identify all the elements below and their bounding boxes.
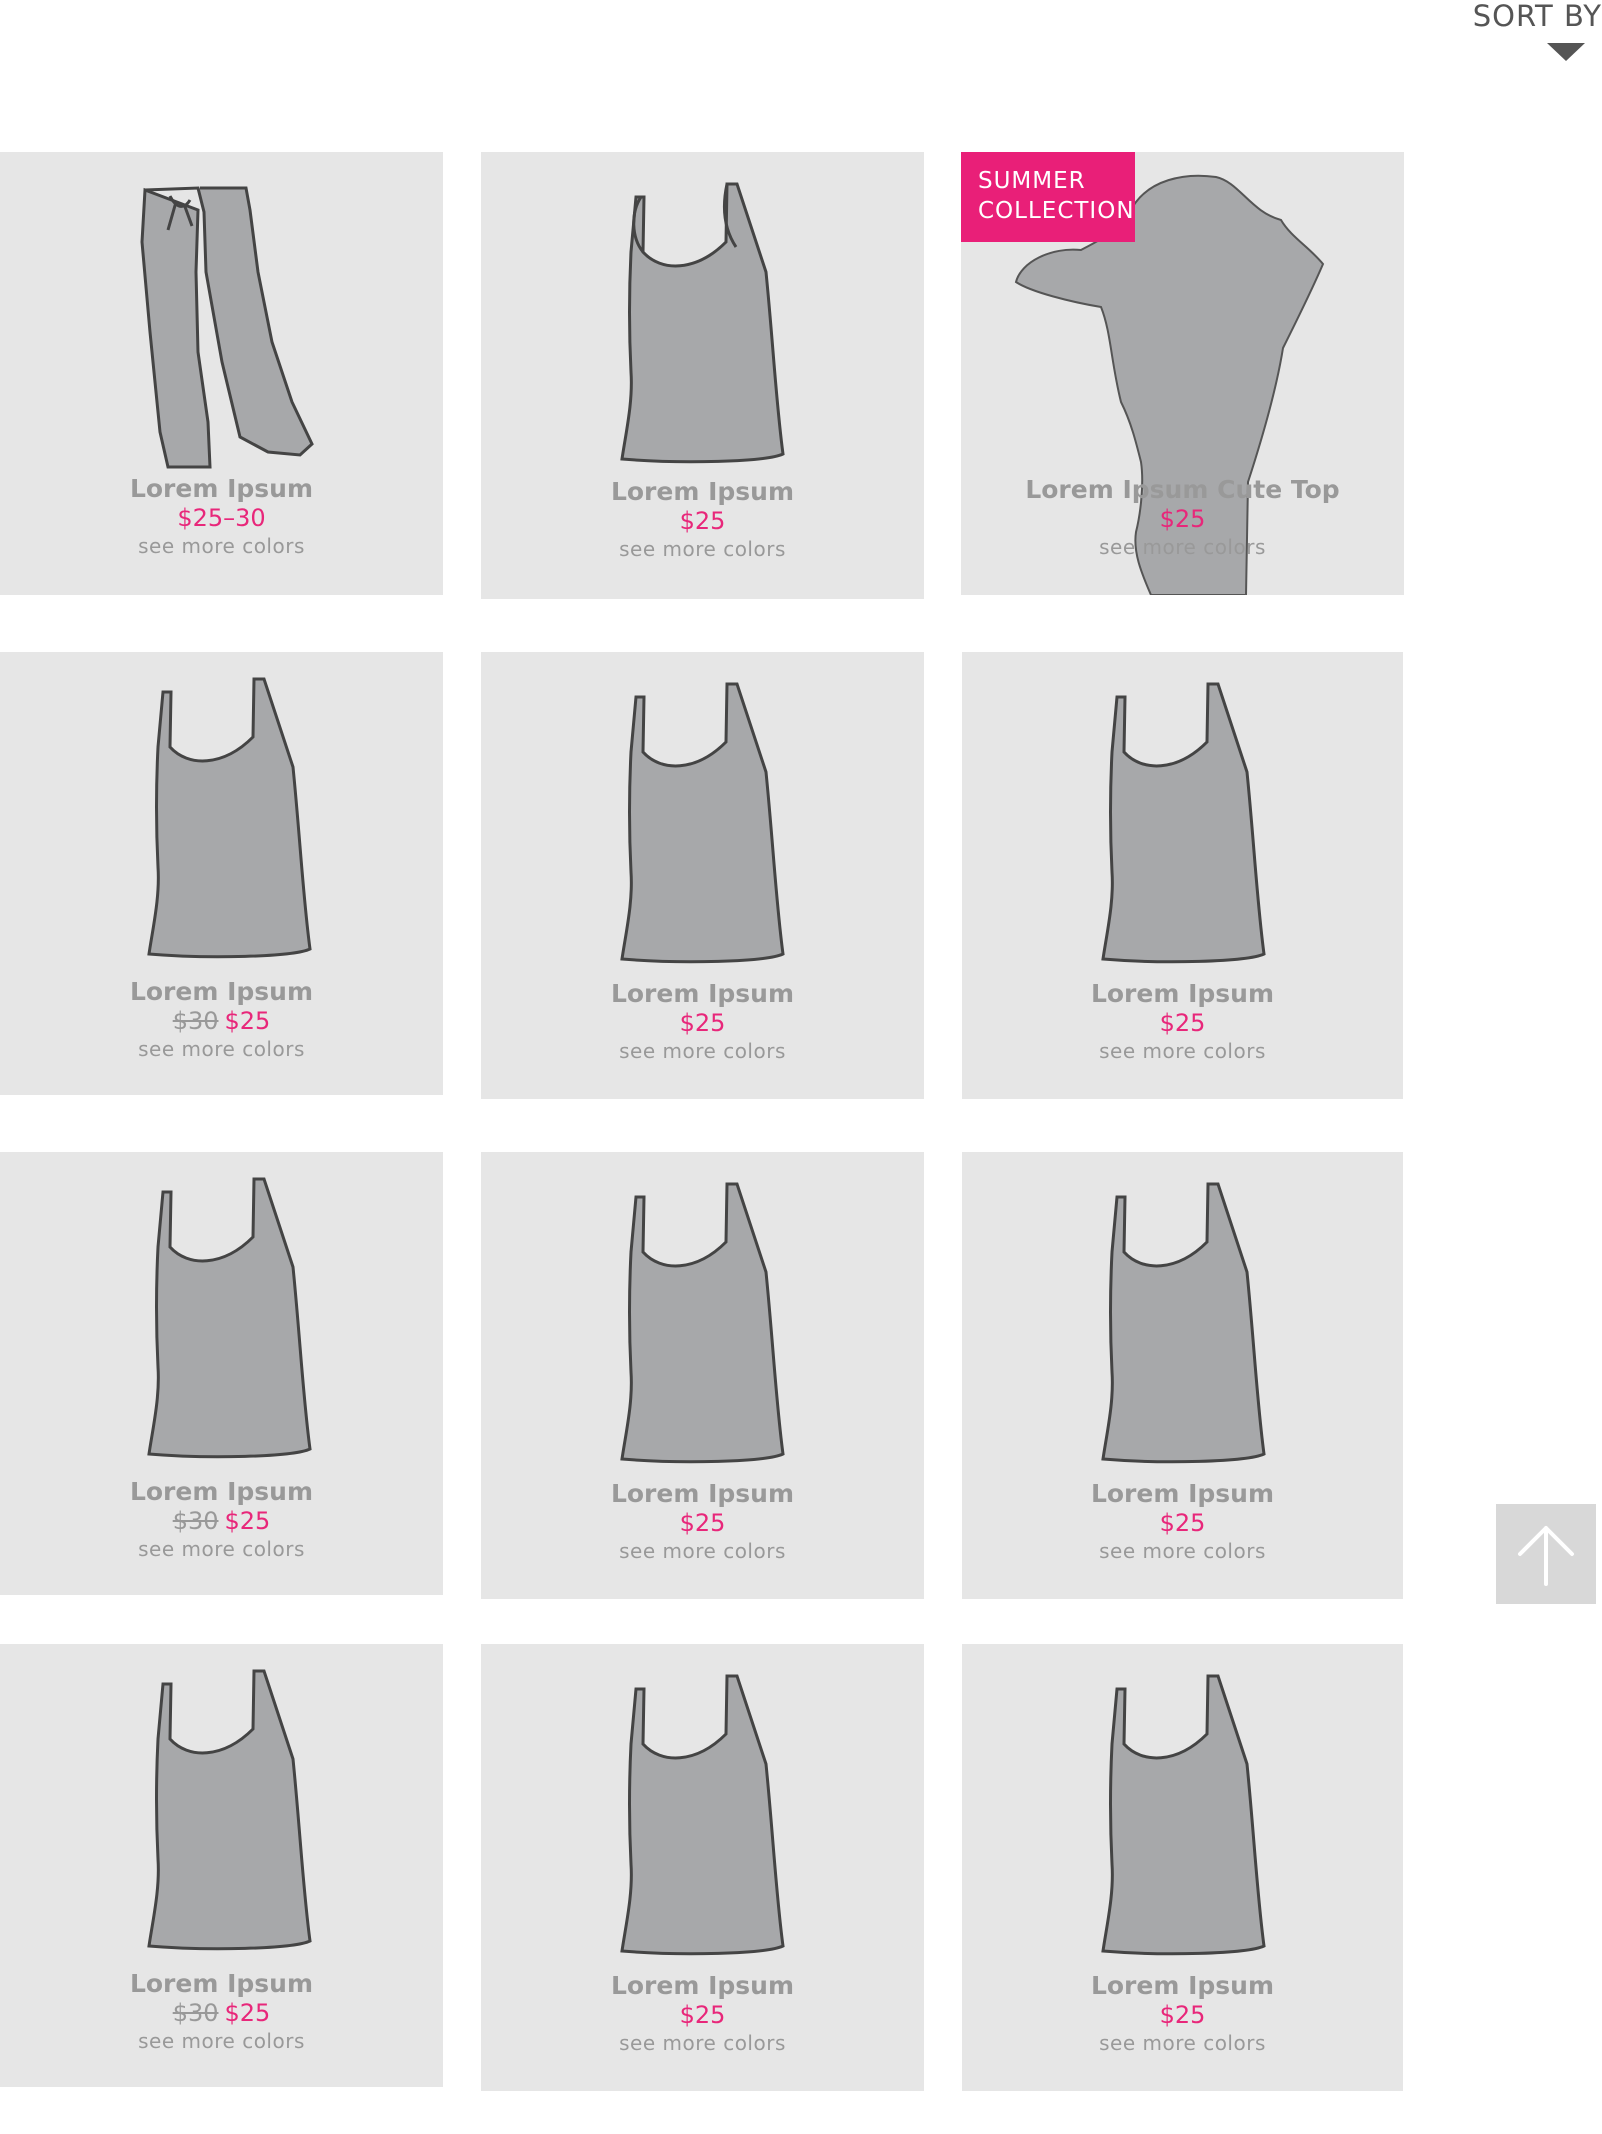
original-price: $30	[172, 1999, 219, 2027]
see-more-colors-link[interactable]: see more colors	[481, 1038, 924, 1064]
current-price: $25	[679, 1009, 726, 1037]
badge-line-1: SUMMER	[978, 168, 1086, 194]
product-name[interactable]: Lorem Ipsum	[962, 1479, 1403, 1509]
product-name[interactable]: Lorem Ipsum	[0, 1477, 443, 1507]
sort-by-control[interactable]: SORT BY	[1424, 0, 1602, 72]
product-price: $30 $25	[0, 1007, 443, 1036]
arrow-up-icon	[1518, 1526, 1574, 1586]
product-card-11[interactable]: Lorem Ipsum $25 see more colors	[481, 1644, 924, 2091]
product-name[interactable]: Lorem Ipsum	[0, 1969, 443, 1999]
product-price: $25	[962, 1509, 1403, 1538]
product-price: $25	[962, 2001, 1403, 2030]
product-card-5[interactable]: Lorem Ipsum $25 see more colors	[481, 652, 924, 1099]
product-card-1[interactable]: Lorem Ipsum $25–30 see more colors	[0, 152, 443, 595]
product-card-10[interactable]: Lorem Ipsum $30 $25 see more colors	[0, 1644, 443, 2087]
original-price: $30	[172, 1007, 219, 1035]
product-card-4[interactable]: Lorem Ipsum $30 $25 see more colors	[0, 652, 443, 1095]
see-more-colors-link[interactable]: see more colors	[962, 2030, 1403, 2056]
see-more-colors-link[interactable]: see more colors	[961, 534, 1404, 560]
product-price: $25	[961, 505, 1404, 534]
current-price: $25	[679, 1509, 726, 1537]
current-price: $25	[679, 507, 726, 535]
product-card-6[interactable]: Lorem Ipsum $25 see more colors	[962, 652, 1403, 1099]
product-name[interactable]: Lorem Ipsum	[0, 977, 443, 1007]
product-name[interactable]: Lorem Ipsum	[0, 474, 443, 504]
current-price: $25	[1159, 1509, 1206, 1537]
product-price: $25	[481, 1009, 924, 1038]
product-card-12[interactable]: Lorem Ipsum $25 see more colors	[962, 1644, 1403, 2091]
product-price: $25	[481, 1509, 924, 1538]
current-price: $25	[1159, 505, 1206, 533]
see-more-colors-link[interactable]: see more colors	[962, 1038, 1403, 1064]
product-name[interactable]: Lorem Ipsum	[962, 979, 1403, 1009]
see-more-colors-link[interactable]: see more colors	[0, 1036, 443, 1062]
triangle-down-icon[interactable]	[1547, 43, 1585, 61]
product-name[interactable]: Lorem Ipsum	[481, 1971, 924, 2001]
product-price: $30 $25	[0, 1999, 443, 2028]
see-more-colors-link[interactable]: see more colors	[0, 2028, 443, 2054]
product-name[interactable]: Lorem Ipsum	[481, 477, 924, 507]
product-name[interactable]: Lorem Ipsum	[481, 1479, 924, 1509]
product-price: $25–30	[0, 504, 443, 533]
product-name[interactable]: Lorem Ipsum Cute Top	[961, 475, 1404, 505]
see-more-colors-link[interactable]: see more colors	[481, 2030, 924, 2056]
product-card-8[interactable]: Lorem Ipsum $25 see more colors	[481, 1152, 924, 1599]
product-price: $25	[481, 2001, 924, 2030]
see-more-colors-link[interactable]: see more colors	[962, 1538, 1403, 1564]
current-price: $25	[1159, 2001, 1206, 2029]
see-more-colors-link[interactable]: see more colors	[481, 536, 924, 562]
product-price: $25	[481, 507, 924, 536]
product-card-3[interactable]: SUMMER COLLECTION Lorem Ipsum Cute Top $…	[961, 152, 1404, 595]
product-card-9[interactable]: Lorem Ipsum $25 see more colors	[962, 1152, 1403, 1599]
current-price: $25	[679, 2001, 726, 2029]
product-price: $25	[962, 1009, 1403, 1038]
badge-line-2: COLLECTION	[978, 198, 1135, 224]
current-price: $25	[224, 1007, 271, 1035]
product-card-2[interactable]: Lorem Ipsum $25 see more colors	[481, 152, 924, 599]
current-price: $25–30	[177, 504, 266, 532]
sort-by-label: SORT BY	[1472, 0, 1602, 33]
product-card-7[interactable]: Lorem Ipsum $30 $25 see more colors	[0, 1152, 443, 1595]
original-price: $30	[172, 1507, 219, 1535]
product-name[interactable]: Lorem Ipsum	[962, 1971, 1403, 2001]
summer-collection-badge: SUMMER COLLECTION	[961, 152, 1135, 242]
back-to-top-button[interactable]	[1496, 1504, 1596, 1604]
see-more-colors-link[interactable]: see more colors	[0, 1536, 443, 1562]
see-more-colors-link[interactable]: see more colors	[0, 533, 443, 559]
product-name[interactable]: Lorem Ipsum	[481, 979, 924, 1009]
see-more-colors-link[interactable]: see more colors	[481, 1538, 924, 1564]
current-price: $25	[224, 1999, 271, 2027]
current-price: $25	[1159, 1009, 1206, 1037]
current-price: $25	[224, 1507, 271, 1535]
product-price: $30 $25	[0, 1507, 443, 1536]
